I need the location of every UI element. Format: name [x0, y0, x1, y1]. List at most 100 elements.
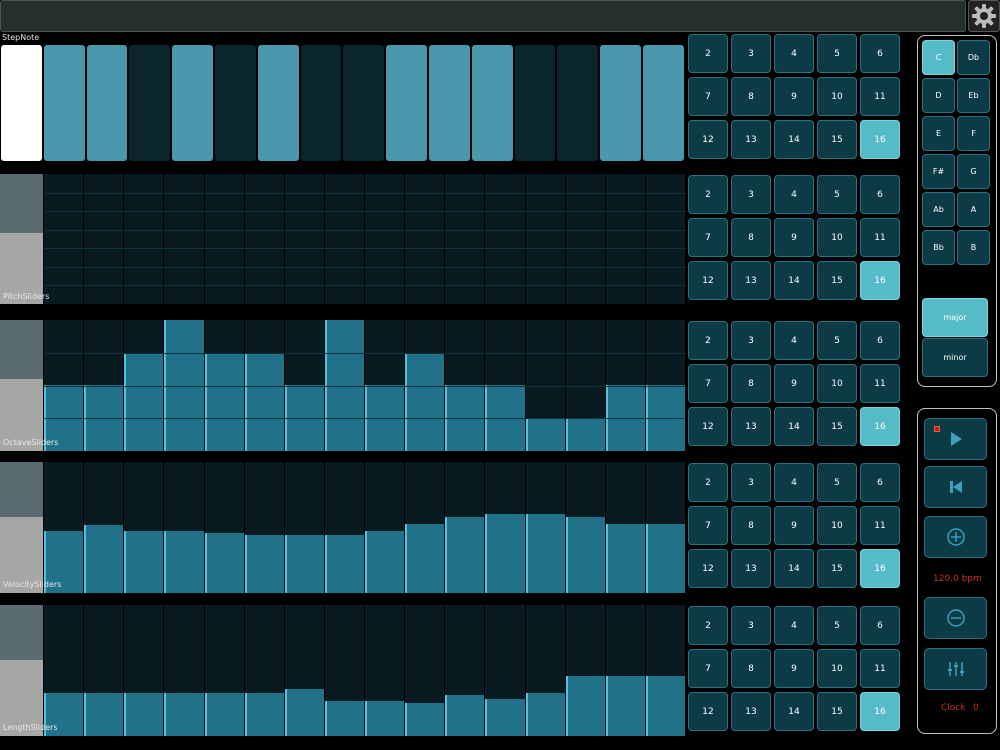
slider-fill[interactable]	[405, 524, 445, 593]
mixer-button[interactable]	[924, 648, 987, 690]
step-count-button[interactable]: 10	[817, 218, 857, 257]
step-count-button[interactable]: 13	[731, 407, 771, 446]
slider-fill[interactable]	[124, 353, 164, 451]
slider-fill[interactable]	[565, 418, 605, 451]
step-count-button[interactable]: 16	[860, 120, 900, 159]
step-count-button[interactable]: 11	[860, 506, 900, 545]
step-count-button[interactable]: 11	[860, 649, 900, 688]
scale-mode-major[interactable]: major	[922, 298, 988, 337]
step-count-button[interactable]: 3	[731, 175, 771, 214]
slider-fill[interactable]	[324, 535, 364, 593]
step-note-cell[interactable]	[386, 45, 427, 161]
slider-fill[interactable]	[84, 525, 124, 593]
step-note-cell[interactable]	[643, 45, 684, 161]
slider-fill[interactable]	[84, 693, 124, 736]
slider-fill[interactable]	[204, 353, 244, 451]
step-count-button[interactable]: 14	[774, 692, 814, 731]
key-button-d[interactable]: D	[922, 78, 955, 113]
step-count-button[interactable]: 12	[688, 549, 728, 588]
key-button-f[interactable]: F	[957, 116, 990, 151]
step-count-button[interactable]: 2	[688, 606, 728, 645]
step-count-button[interactable]: 14	[774, 261, 814, 300]
step-count-button[interactable]: 15	[817, 120, 857, 159]
slider-fill[interactable]	[284, 535, 324, 593]
step-count-button[interactable]: 8	[731, 364, 771, 403]
length-sliders[interactable]	[0, 605, 686, 736]
tempo-down-button[interactable]	[924, 597, 987, 639]
key-button-a[interactable]: A	[957, 192, 990, 227]
step-count-button[interactable]: 2	[688, 321, 728, 360]
step-count-button[interactable]: 9	[774, 506, 814, 545]
settings-button[interactable]	[968, 0, 1000, 32]
slider-fill[interactable]	[324, 701, 364, 736]
slider-fill[interactable]	[525, 514, 565, 593]
step-count-button[interactable]: 9	[774, 77, 814, 116]
step-count-button[interactable]: 2	[688, 34, 728, 73]
step-count-button[interactable]: 7	[688, 77, 728, 116]
slider-fill[interactable]	[445, 517, 485, 593]
step-count-button[interactable]: 16	[860, 407, 900, 446]
scale-mode-minor[interactable]: minor	[922, 338, 988, 377]
step-count-button[interactable]: 8	[731, 77, 771, 116]
step-count-button[interactable]: 16	[860, 261, 900, 300]
key-button-e[interactable]: E	[922, 116, 955, 151]
step-count-button[interactable]: 12	[688, 261, 728, 300]
slider-fill[interactable]	[204, 533, 244, 593]
slider-fill[interactable]	[605, 676, 645, 736]
step-count-button[interactable]: 13	[731, 692, 771, 731]
step-count-button[interactable]: 8	[731, 506, 771, 545]
key-button-b[interactable]: B	[957, 230, 990, 265]
slider-fill[interactable]	[244, 353, 284, 451]
slider-fill[interactable]	[244, 535, 284, 593]
step-count-button[interactable]: 16	[860, 692, 900, 731]
step-count-button[interactable]: 9	[774, 218, 814, 257]
step-count-button[interactable]: 10	[817, 506, 857, 545]
slider-fill[interactable]	[204, 693, 244, 736]
slider-fill[interactable]	[124, 531, 164, 593]
slider-fill[interactable]	[525, 418, 565, 451]
step-count-button[interactable]: 4	[774, 606, 814, 645]
step-count-button[interactable]: 3	[731, 34, 771, 73]
step-count-button[interactable]: 7	[688, 218, 728, 257]
step-count-button[interactable]: 7	[688, 364, 728, 403]
step-count-button[interactable]: 15	[817, 261, 857, 300]
step-count-button[interactable]: 12	[688, 692, 728, 731]
step-count-button[interactable]: 5	[817, 175, 857, 214]
step-count-button[interactable]: 15	[817, 407, 857, 446]
step-count-button[interactable]: 10	[817, 649, 857, 688]
rewind-button[interactable]	[924, 466, 987, 508]
step-count-button[interactable]: 8	[731, 218, 771, 257]
slider-fill[interactable]	[645, 676, 685, 736]
step-count-button[interactable]: 3	[731, 606, 771, 645]
step-count-button[interactable]: 13	[731, 120, 771, 159]
key-button-ab[interactable]: Ab	[922, 192, 955, 227]
step-note-cell[interactable]	[215, 45, 256, 161]
step-count-button[interactable]: 12	[688, 407, 728, 446]
step-count-button[interactable]: 10	[817, 77, 857, 116]
slider-fill[interactable]	[164, 693, 204, 736]
slider-fill[interactable]	[565, 517, 605, 593]
step-note-cell[interactable]	[429, 45, 470, 161]
step-count-button[interactable]: 15	[817, 692, 857, 731]
step-count-button[interactable]: 11	[860, 77, 900, 116]
key-button-fsharp[interactable]: F#	[922, 154, 955, 189]
step-note-cell[interactable]	[600, 45, 641, 161]
step-count-button[interactable]: 11	[860, 364, 900, 403]
step-count-button[interactable]: 3	[731, 321, 771, 360]
slider-fill[interactable]	[565, 676, 605, 736]
slider-fill[interactable]	[244, 693, 284, 736]
slider-fill[interactable]	[525, 693, 565, 736]
slider-fill[interactable]	[164, 531, 204, 593]
step-note-cell[interactable]	[129, 45, 171, 161]
step-note-cell[interactable]	[471, 45, 513, 161]
step-count-button[interactable]: 5	[817, 34, 857, 73]
step-count-button[interactable]: 7	[688, 506, 728, 545]
velocity-sliders[interactable]	[0, 462, 686, 593]
slider-fill[interactable]	[284, 689, 324, 736]
step-count-button[interactable]: 15	[817, 549, 857, 588]
step-count-button[interactable]: 4	[774, 175, 814, 214]
slider-fill[interactable]	[405, 703, 445, 736]
step-count-button[interactable]: 5	[817, 321, 857, 360]
top-text-bar[interactable]	[0, 0, 966, 32]
step-note-cell[interactable]	[300, 45, 342, 161]
